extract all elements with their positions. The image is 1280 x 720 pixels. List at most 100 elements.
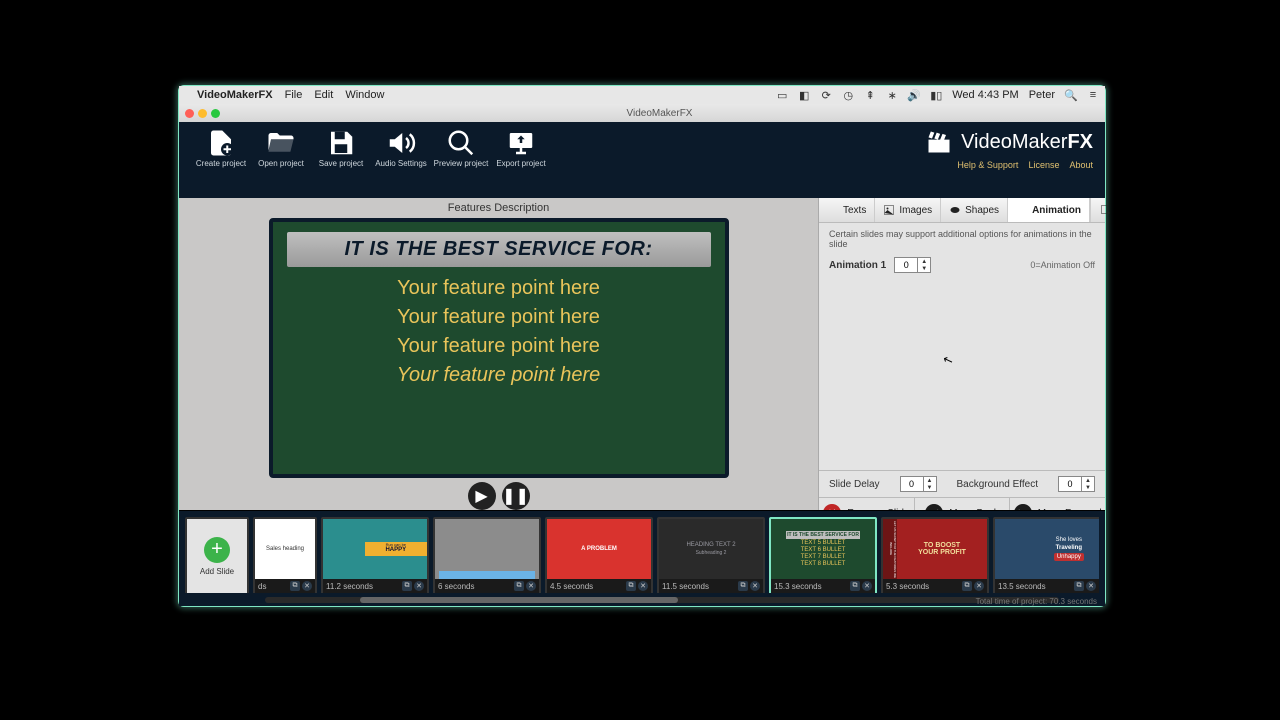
- preview-project-button[interactable]: Preview project: [431, 128, 491, 168]
- delete-icon[interactable]: ✕: [526, 581, 536, 591]
- timeline-slide[interactable]: Run can beHAPPY 11.2 seconds⧉✕: [321, 517, 429, 593]
- timeline-slide[interactable]: 6 seconds⧉✕: [433, 517, 541, 593]
- battery-icon[interactable]: ▮▯: [930, 89, 942, 101]
- about-link[interactable]: About: [1069, 160, 1093, 170]
- copy-icon[interactable]: ⧉: [1074, 581, 1084, 591]
- folder-open-icon: [266, 128, 296, 158]
- window-title: VideoMakerFX: [220, 108, 1099, 119]
- bullet-1[interactable]: Your feature point here: [397, 277, 600, 300]
- speaker-icon: [386, 128, 416, 158]
- create-project-button[interactable]: Create project: [191, 128, 251, 168]
- copy-icon[interactable]: ⧉: [962, 581, 972, 591]
- tab-images[interactable]: Images: [875, 198, 941, 222]
- menubar-file[interactable]: File: [285, 89, 303, 101]
- timeline-slide[interactable]: LET US SHOW YOU THE FEATURES WE INCLUDE …: [881, 517, 989, 593]
- animation-value[interactable]: [895, 260, 917, 270]
- brand-suffix: FX: [1067, 131, 1093, 153]
- spin-down-icon[interactable]: ▼: [918, 265, 930, 272]
- bullet-4[interactable]: Your feature point here: [397, 364, 600, 387]
- delete-icon[interactable]: ✕: [862, 581, 872, 591]
- tab-shapes[interactable]: Shapes: [941, 198, 1008, 222]
- thumb: LET US SHOW YOU THE FEATURES WE INCLUDE …: [883, 519, 987, 579]
- window-titlebar: VideoMakerFX: [179, 104, 1105, 123]
- thumb: A PROBLEM: [547, 519, 651, 579]
- timeline-slide[interactable]: Sales heading ds⧉✕: [253, 517, 317, 593]
- delete-icon[interactable]: ✕: [974, 581, 984, 591]
- bg-effect-label: Background Effect: [956, 479, 1038, 490]
- bluetooth-icon[interactable]: ∗: [886, 89, 898, 101]
- audio-settings-button[interactable]: Audio Settings: [371, 128, 431, 168]
- slide-heading[interactable]: IT IS THE BEST SERVICE FOR:: [287, 232, 711, 267]
- export-project-button[interactable]: Export project: [491, 128, 551, 168]
- export-icon: [506, 128, 536, 158]
- app-body: Create project Open project Save project…: [179, 122, 1105, 606]
- delete-icon[interactable]: ✕: [750, 581, 760, 591]
- copy-icon[interactable]: ⧉: [402, 581, 412, 591]
- animation-spinner[interactable]: ▲▼: [894, 257, 931, 273]
- bullet-2[interactable]: Your feature point here: [397, 306, 600, 329]
- panel-tabs: Texts Images Shapes Animation: [819, 198, 1105, 223]
- clock-icon[interactable]: ◷: [842, 89, 854, 101]
- menu-icon[interactable]: ◧: [798, 89, 810, 101]
- help-link[interactable]: Help & Support: [957, 160, 1018, 170]
- play-button[interactable]: ▶: [468, 482, 496, 510]
- bullet-3[interactable]: Your feature point here: [397, 335, 600, 358]
- timeline-slide[interactable]: She lovesTravelingUnhappy 13.5 seconds⧉✕: [993, 517, 1099, 593]
- copy-icon[interactable]: ⧉: [514, 581, 524, 591]
- playbar: ▶ ❚❚: [468, 482, 530, 510]
- menubar-window[interactable]: Window: [345, 89, 384, 101]
- license-link[interactable]: License: [1028, 160, 1059, 170]
- tab-extra[interactable]: [1090, 198, 1119, 222]
- project-total-time: Total time of project: 70.3 seconds: [976, 597, 1097, 606]
- zoom-window-button[interactable]: [211, 109, 220, 118]
- menubar-user[interactable]: Peter: [1029, 89, 1055, 101]
- slide-canvas[interactable]: IT IS THE BEST SERVICE FOR: Your feature…: [269, 218, 729, 478]
- copy-icon[interactable]: ⧉: [290, 581, 300, 591]
- timeline-slide[interactable]: A PROBLEM 4.5 seconds⧉✕: [545, 517, 653, 593]
- minimize-window-button[interactable]: [198, 109, 207, 118]
- copy-icon[interactable]: ⧉: [626, 581, 636, 591]
- toolbar: Create project Open project Save project…: [179, 122, 1105, 198]
- slide-delay-label: Slide Delay: [829, 479, 880, 490]
- slide-title: Features Description: [448, 198, 550, 218]
- new-file-icon: [206, 128, 236, 158]
- save-project-button[interactable]: Save project: [311, 128, 371, 168]
- wifi-icon[interactable]: ⇞: [864, 89, 876, 101]
- thumb: She lovesTravelingUnhappy: [995, 519, 1099, 579]
- tab-texts[interactable]: Texts: [819, 198, 875, 222]
- tab-animation[interactable]: Animation: [1008, 198, 1090, 222]
- timeline-scrollbar[interactable]: [265, 597, 1059, 603]
- timeline-slide-selected[interactable]: IT IS THE BEST SERVICE FOR TEXT 5 BULLET…: [769, 517, 877, 593]
- thumb: Run can beHAPPY: [323, 519, 427, 579]
- timeline-slide[interactable]: HEADING TEXT 2Subheading 2 11.5 seconds⧉…: [657, 517, 765, 593]
- volume-icon[interactable]: 🔊: [908, 89, 920, 101]
- add-slide-button[interactable]: + Add Slide: [185, 517, 249, 593]
- spin-up-icon[interactable]: ▲: [918, 258, 930, 265]
- thumb: Sales heading: [255, 519, 315, 579]
- menubar-clock[interactable]: Wed 4:43 PM: [952, 89, 1018, 101]
- copy-icon[interactable]: ⧉: [850, 581, 860, 591]
- clapperboard-icon: [925, 128, 953, 156]
- close-window-button[interactable]: [185, 109, 194, 118]
- list-icon[interactable]: ≡: [1087, 89, 1099, 101]
- shapes-icon: [949, 204, 961, 216]
- copy-icon[interactable]: ⧉: [738, 581, 748, 591]
- side-panel: Texts Images Shapes Animation Certain sl…: [818, 198, 1105, 528]
- open-project-button[interactable]: Open project: [251, 128, 311, 168]
- bg-effect-spinner[interactable]: ▲▼: [1058, 476, 1095, 492]
- menubar-app[interactable]: VideoMakerFX: [197, 89, 273, 101]
- delete-icon[interactable]: ✕: [1086, 581, 1096, 591]
- scrollbar-thumb[interactable]: [360, 597, 678, 603]
- delete-icon[interactable]: ✕: [302, 581, 312, 591]
- main-area: Features Description IT IS THE BEST SERV…: [179, 198, 1105, 528]
- mac-menubar: VideoMakerFX File Edit Window ▭ ◧ ⟳ ◷ ⇞ …: [179, 86, 1105, 104]
- pause-button[interactable]: ❚❚: [502, 482, 530, 510]
- sync-icon[interactable]: ⟳: [820, 89, 832, 101]
- delete-icon[interactable]: ✕: [638, 581, 648, 591]
- menubar-edit[interactable]: Edit: [314, 89, 333, 101]
- menu-icon[interactable]: ▭: [776, 89, 788, 101]
- slide-delay-spinner[interactable]: ▲▼: [900, 476, 937, 492]
- spotlight-icon[interactable]: 🔍: [1065, 89, 1077, 101]
- delete-icon[interactable]: ✕: [414, 581, 424, 591]
- brand-name: VideoMaker: [961, 131, 1067, 153]
